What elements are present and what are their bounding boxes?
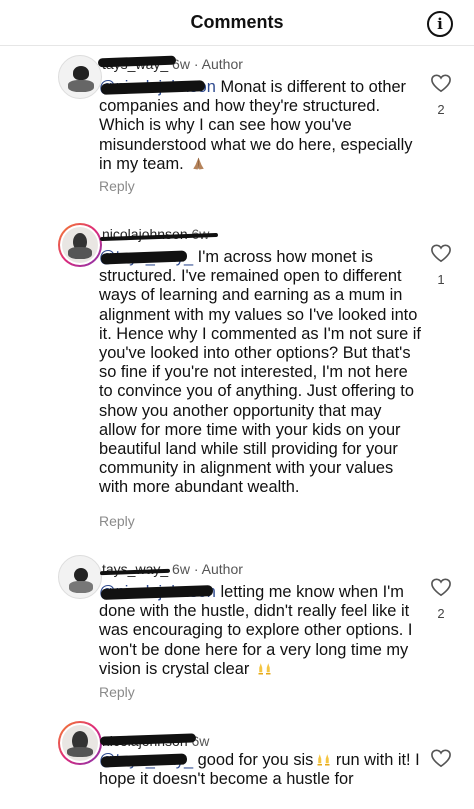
comment-text: @nicolajohnson letting me know when I'm … [99, 583, 413, 678]
heart-icon[interactable] [430, 73, 452, 93]
comment-text: @tays_way_ I'm across how monet is struc… [99, 248, 421, 497]
author-badge: Author [201, 56, 243, 72]
like-group: 1 [427, 243, 455, 287]
comment-time: 6w [172, 561, 190, 577]
avatar[interactable] [58, 223, 102, 267]
comment-text: @tays_way_ good for you sis run with it!… [99, 751, 420, 789]
page-title: Comments [190, 12, 284, 32]
meta-separator: · [193, 56, 199, 72]
avatar[interactable] [58, 55, 102, 99]
avatar[interactable] [58, 555, 102, 599]
heart-icon[interactable] [430, 243, 452, 263]
reply-button[interactable]: Reply [99, 178, 135, 194]
comment-username[interactable]: tays_way_ [97, 55, 177, 72]
comment-text: @nicolajohnson Monat is different to oth… [99, 78, 413, 173]
mention-link[interactable]: @tays_way_ [99, 248, 193, 266]
mention-link[interactable]: @nicolajohnson [99, 78, 216, 96]
comment-meta: tays_way_ 6w · Author [97, 55, 243, 72]
comment-username[interactable]: nicolajohnson [99, 226, 219, 242]
folded-hands-icon [193, 157, 205, 170]
comments-header: Comments i [0, 0, 474, 46]
comment-meta: tays_way_ 6w · Author [99, 561, 243, 577]
avatar[interactable] [58, 721, 102, 765]
raising-hands-icon [258, 663, 271, 675]
like-group: 2 [427, 577, 455, 621]
reply-button[interactable]: Reply [99, 684, 135, 700]
comment-meta: nicolajohnson 6w [99, 226, 219, 242]
like-count: 2 [437, 102, 445, 117]
like-group [427, 748, 455, 768]
like-count: 1 [437, 272, 445, 287]
heart-icon[interactable] [430, 577, 452, 597]
raising-hands-icon [317, 754, 330, 766]
like-count: 2 [437, 606, 445, 621]
comment-username[interactable]: tays_way_ [99, 561, 171, 577]
author-badge: Author [201, 561, 243, 577]
reply-button[interactable]: Reply [99, 513, 135, 529]
like-group: 2 [427, 73, 455, 117]
mention-link[interactable]: @tays_way_ [99, 751, 193, 769]
info-circle-icon[interactable]: i [427, 11, 453, 37]
comment-meta: nicolajohnson 6w [99, 733, 209, 749]
heart-icon[interactable] [430, 748, 452, 768]
meta-separator: · [193, 561, 199, 577]
mention-link[interactable]: @nicolajohnson [99, 583, 216, 601]
comment-username[interactable]: nicolajohnson [99, 733, 197, 749]
